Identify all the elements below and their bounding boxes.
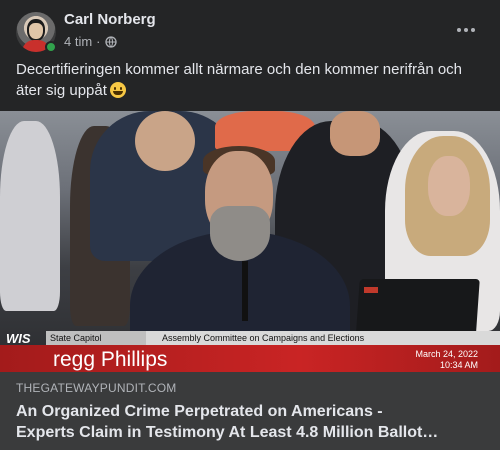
location-label: State Capitol [46, 331, 146, 345]
grinning-face-emoji-icon [109, 82, 126, 98]
microphone [242, 261, 248, 321]
post-meta: 4 tim · [64, 34, 117, 49]
post-body: Decertifieringen kommer allt närmare och… [16, 61, 463, 99]
broadcast-time: 10:34 AM [439, 360, 478, 370]
online-status-indicator [45, 41, 57, 53]
link-headline-line-1: An Organized Crime Perpetrated on Americ… [16, 403, 383, 420]
laptop-logo [364, 287, 378, 293]
background-person-head [330, 111, 380, 156]
link-headline-line-2: Experts Claim in Testimony At Least 4.8 … [16, 424, 439, 441]
link-headline[interactable]: An Organized Crime Perpetrated on Americ… [16, 401, 486, 443]
broadcast-date: March 24, 2022 [415, 349, 478, 359]
committee-label: Assembly Committee on Campaigns and Elec… [162, 333, 365, 343]
author-name[interactable]: Carl Norberg [64, 11, 156, 28]
meta-separator: · [96, 34, 101, 49]
broadcast-datetime: March 24, 2022 10:34 AM [415, 349, 478, 371]
background-person-face [428, 156, 470, 216]
more-options-icon[interactable] [452, 18, 480, 42]
link-preview-image[interactable]: State Capitol Assembly Committee on Camp… [0, 111, 500, 372]
background-person-head [135, 111, 195, 171]
post-text: Decertifieringen kommer allt närmare och… [16, 59, 486, 101]
globe-icon[interactable] [104, 35, 117, 48]
tv-lower-third: State Capitol Assembly Committee on Camp… [0, 329, 500, 372]
link-domain: THEGATEWAYPUNDIT.COM [16, 381, 177, 395]
speaker-name: regg Phillips [53, 348, 168, 371]
link-preview-card[interactable]: THEGATEWAYPUNDIT.COM An Organized Crime … [0, 372, 500, 450]
post-timestamp[interactable]: 4 tim [64, 34, 92, 49]
avatar-face [27, 19, 45, 41]
background-person [0, 121, 60, 311]
speaker-beard [210, 206, 270, 261]
post-header: Carl Norberg 4 tim · [0, 0, 500, 60]
